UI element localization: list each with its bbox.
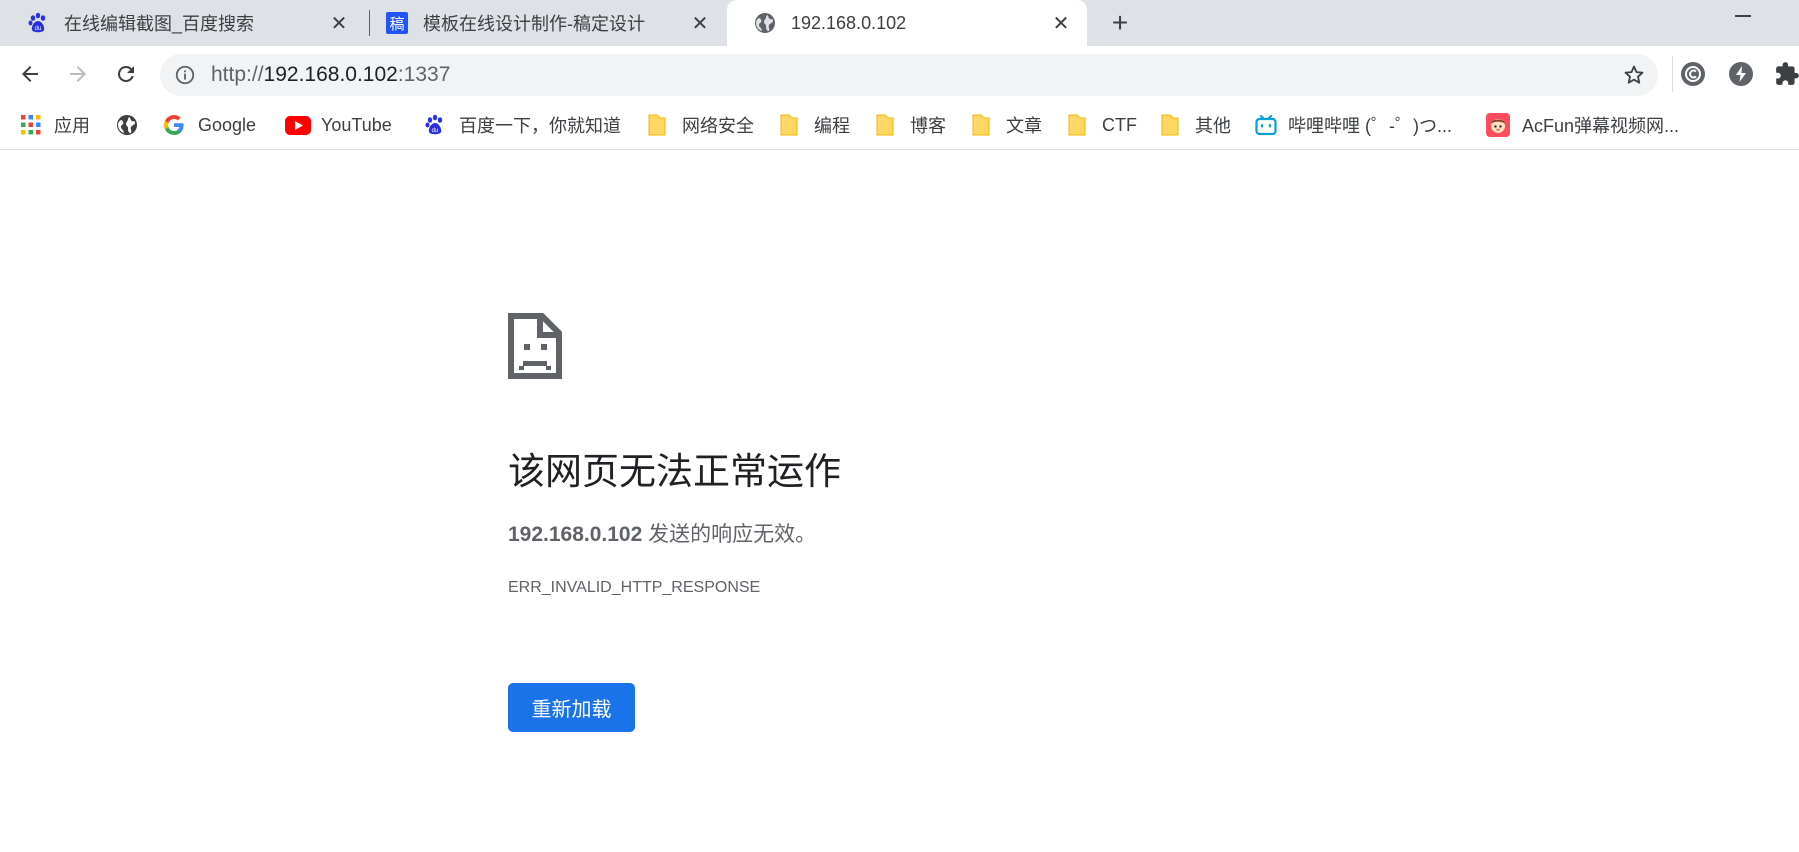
close-tab-icon[interactable]: ✕ xyxy=(327,11,351,35)
bookmark-apps[interactable]: 应用 xyxy=(20,102,90,148)
gaoding-icon: 稿 xyxy=(385,11,409,35)
globe-icon xyxy=(116,114,138,136)
forward-icon[interactable] xyxy=(62,58,94,90)
folder-icon xyxy=(646,114,668,136)
error-description: 192.168.0.102 发送的响应无效。 xyxy=(508,522,816,548)
back-icon[interactable] xyxy=(14,58,46,90)
bookmark-label: YouTube xyxy=(321,114,392,135)
svg-text:du: du xyxy=(35,26,42,32)
baidu-paw-icon: du xyxy=(424,114,446,136)
bookmark-label: Google xyxy=(198,114,257,135)
bookmark-label: 应用 xyxy=(54,116,90,136)
sad-page-icon xyxy=(508,313,562,379)
bookmark-label: 编程 xyxy=(814,116,850,136)
plus-icon[interactable]: + xyxy=(1106,7,1134,38)
bookmark-label: CTF xyxy=(1102,114,1137,135)
bookmark-label: 网络安全 xyxy=(682,116,754,136)
bookmark-label: 博客 xyxy=(910,116,946,136)
close-tab-icon[interactable]: ✕ xyxy=(688,11,712,35)
url-port: :1337 xyxy=(397,63,451,86)
tab-gaoding[interactable]: 稿 模板在线设计制作-稿定设计 ✕ xyxy=(359,0,726,46)
gaoding-icon-text: 稿 xyxy=(389,15,404,33)
acfun-icon xyxy=(1486,113,1510,137)
bookmark-folder-programming[interactable]: 编程 xyxy=(778,102,850,148)
bookmark-globe[interactable] xyxy=(116,102,138,148)
error-title: 该网页无法正常运作 xyxy=(508,451,841,492)
google-icon xyxy=(163,114,185,136)
error-code: ERR_INVALID_HTTP_RESPONSE xyxy=(508,579,761,596)
bookmark-folder-ctf[interactable]: CTF xyxy=(1066,102,1137,148)
bookmark-star-icon[interactable] xyxy=(1622,63,1646,87)
copyright-extension-icon[interactable] xyxy=(1679,60,1707,88)
bookmark-youtube[interactable]: YouTube xyxy=(285,102,392,148)
bookmarks-bar: 应用 Google YouTube du 百度一下，你就知道 网络安全 编程 博… xyxy=(0,102,1799,150)
browser-toolbar: http://192.168.0.102:1337 xyxy=(0,46,1799,102)
bookmark-label: 其他 xyxy=(1195,116,1231,136)
error-message: 发送的响应无效。 xyxy=(642,523,817,546)
folder-icon xyxy=(778,114,800,136)
folder-icon xyxy=(1066,114,1088,136)
tab-baidu-search[interactable]: du 在线编辑截图_百度搜索 ✕ xyxy=(0,0,365,46)
puzzle-extensions-icon[interactable] xyxy=(1773,60,1799,88)
url-text[interactable]: http://192.168.0.102:1337 xyxy=(211,64,450,86)
tab-title: 192.168.0.102 xyxy=(791,12,907,33)
reload-button[interactable]: 重新加载 xyxy=(508,683,635,732)
bookmark-baidu[interactable]: du 百度一下，你就知道 xyxy=(424,102,621,148)
reload-icon[interactable] xyxy=(110,58,142,90)
bookmark-google[interactable]: Google xyxy=(163,102,256,148)
tab-title: 在线编辑截图_百度搜索 xyxy=(64,14,255,34)
bookmark-label: AcFun弹幕视频网... xyxy=(1522,116,1680,136)
url-scheme: http:// xyxy=(211,63,264,86)
url-host: 192.168.0.102 xyxy=(263,63,398,86)
bookmark-acfun[interactable]: AcFun弹幕视频网... xyxy=(1486,102,1679,148)
bookmark-label: 文章 xyxy=(1006,116,1042,136)
bilibili-icon xyxy=(1255,114,1277,136)
bookmark-label: 百度一下，你就知道 xyxy=(459,116,621,136)
tab-title: 模板在线设计制作-稿定设计 xyxy=(423,14,645,34)
bookmark-folder-network-security[interactable]: 网络安全 xyxy=(646,102,754,148)
folder-icon xyxy=(874,114,896,136)
bookmark-folder-other[interactable]: 其他 xyxy=(1159,102,1231,148)
lightning-extension-icon[interactable] xyxy=(1727,60,1755,88)
svg-text:du: du xyxy=(432,128,439,134)
youtube-icon xyxy=(285,114,311,136)
bookmark-label: 哔哩哔哩 (゜-゜)つ... xyxy=(1288,116,1452,136)
extension-separator xyxy=(1672,56,1673,92)
bookmark-folder-articles[interactable]: 文章 xyxy=(970,102,1042,148)
error-host: 192.168.0.102 xyxy=(508,523,643,546)
bookmark-folder-blog[interactable]: 博客 xyxy=(874,102,946,148)
minimize-window-icon[interactable] xyxy=(1735,15,1751,17)
globe-icon xyxy=(753,11,777,35)
folder-icon xyxy=(970,114,992,136)
tab-active-192-168-0-102[interactable]: 192.168.0.102 ✕ xyxy=(727,0,1087,46)
folder-icon xyxy=(1159,114,1181,136)
apps-grid-icon xyxy=(20,114,42,136)
baidu-paw-icon: du xyxy=(26,11,50,35)
bookmark-bilibili[interactable]: 哔哩哔哩 (゜-゜)つ... xyxy=(1255,102,1452,148)
close-tab-icon[interactable]: ✕ xyxy=(1049,11,1073,35)
address-bar[interactable]: http://192.168.0.102:1337 xyxy=(160,54,1658,96)
tab-strip: du 在线编辑截图_百度搜索 ✕ 稿 模板在线设计制作-稿定设计 ✕ 192.1… xyxy=(0,0,1799,46)
info-icon[interactable] xyxy=(174,64,196,86)
